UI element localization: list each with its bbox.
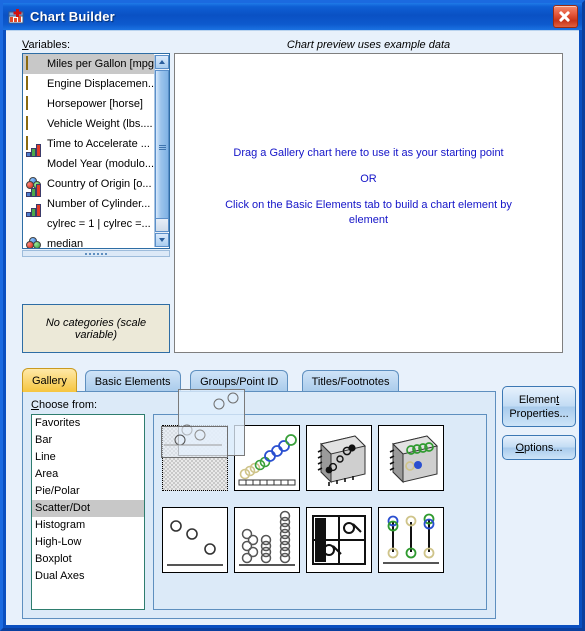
- variable-list-item[interactable]: Horsepower [horse]: [23, 94, 154, 114]
- chart-type-item[interactable]: Boxplot: [32, 551, 144, 568]
- variable-name: median: [47, 238, 84, 248]
- ordinal-icon: [26, 204, 43, 231]
- scale-icon: [26, 76, 43, 91]
- panel-splitter[interactable]: [22, 250, 170, 257]
- gallery-panel: Choose from: Favorites Bar Line Area Pie/Pol…: [22, 391, 496, 619]
- variable-list-item[interactable]: Number of Cylinder...: [23, 184, 154, 214]
- chart-type-item[interactable]: Pie/Polar: [32, 483, 144, 500]
- variable-name: Engine Displacemen...: [47, 78, 154, 90]
- chart-type-item[interactable]: Scatter/Dot: [32, 500, 144, 517]
- variable-name: cylrec = 1 | cylrec =...: [47, 218, 151, 230]
- gallery-thumbnail-summary-point-plot[interactable]: [378, 507, 444, 573]
- preview-line-2: OR: [360, 173, 377, 185]
- tab-label: Titles/Footnotes: [311, 375, 390, 388]
- tab-strip: Gallery Basic Elements Groups/Point ID Titl…: [22, 368, 579, 392]
- variable-name: Horsepower [horse]: [47, 98, 143, 110]
- preview-line-1: Drag a Gallery chart here to use it as y…: [233, 147, 504, 159]
- tab-label: Basic Elements: [94, 375, 171, 388]
- scroll-up-icon[interactable]: [155, 55, 169, 69]
- variables-label: Variables:: [22, 39, 71, 51]
- preview-caption: Chart preview uses example data: [286, 39, 451, 51]
- variable-list-item[interactable]: Time to Accelerate ...: [23, 134, 154, 154]
- variable-list-item[interactable]: Country of Origin [o...: [23, 174, 154, 194]
- scale-icon: [26, 56, 43, 71]
- variable-list-item[interactable]: Engine Displacemen...: [23, 74, 154, 94]
- variable-name: Model Year (modulo...: [47, 158, 154, 170]
- tab-gallery[interactable]: Gallery: [22, 368, 77, 392]
- close-icon[interactable]: [553, 5, 578, 28]
- nominal-icon: [26, 237, 43, 248]
- chart-type-item[interactable]: Bar: [32, 432, 144, 449]
- client-area: Variables: Miles per Gallon [mpg] Engine …: [6, 30, 579, 625]
- choose-from-label: Choose from:: [31, 399, 98, 411]
- gallery-thumbnail-scatterplot-matrix[interactable]: [234, 507, 300, 573]
- variables-list[interactable]: Miles per Gallon [mpg] Engine Displacemen…: [22, 53, 170, 249]
- categories-panel: No categories (scale variable): [22, 304, 170, 353]
- tab-groups-point-id[interactable]: Groups/Point ID: [190, 370, 289, 392]
- chart-type-item[interactable]: Favorites: [32, 415, 144, 432]
- chart-type-item[interactable]: Area: [32, 466, 144, 483]
- ordinal-icon: [26, 144, 43, 171]
- gallery-thumbnail-grouped-3d-scatter[interactable]: [378, 425, 444, 491]
- variable-list-item[interactable]: Miles per Gallon [mpg]: [23, 54, 154, 74]
- chart-builder-icon: [8, 8, 25, 25]
- scroll-down-icon[interactable]: [155, 233, 169, 247]
- element-properties-button[interactable]: Element Properties...: [502, 386, 576, 427]
- chart-type-item[interactable]: Histogram: [32, 517, 144, 534]
- variable-list-item[interactable]: median: [23, 234, 154, 248]
- preview-instructions: Drag a Gallery chart here to use it as y…: [175, 146, 562, 228]
- chart-type-item[interactable]: Dual Axes: [32, 568, 144, 585]
- variable-list-item[interactable]: Vehicle Weight (lbs....: [23, 114, 154, 134]
- tab-label: Groups/Point ID: [200, 375, 279, 388]
- gallery-thumbnail-simple-3d-scatter[interactable]: [306, 425, 372, 491]
- gallery-thumbnail-drop-line[interactable]: [306, 507, 372, 573]
- chart-type-item[interactable]: High-Low: [32, 534, 144, 551]
- tab-label: Gallery: [32, 374, 67, 387]
- title-bar: Chart Builder: [3, 3, 582, 30]
- scale-icon: [26, 96, 43, 111]
- variable-list-item[interactable]: cylrec = 1 | cylrec =...: [23, 204, 154, 234]
- chart-preview-canvas[interactable]: Drag a Gallery chart here to use it as y…: [174, 53, 563, 353]
- scrollbar-lower-track[interactable]: [155, 218, 169, 232]
- gallery-thumbnail-grouped-scatter[interactable]: [234, 425, 300, 491]
- chart-builder-dialog: Chart Builder Variables: Miles per Gallo…: [0, 0, 585, 631]
- variable-name: Time to Accelerate ...: [47, 138, 150, 150]
- variable-name: Country of Origin [o...: [47, 178, 152, 190]
- window-title: Chart Builder: [30, 9, 115, 24]
- element-properties-label: Element Properties...: [509, 393, 569, 420]
- gallery-thumbnail-simple-scatter[interactable]: [162, 425, 228, 491]
- variable-name: Vehicle Weight (lbs....: [47, 118, 153, 130]
- options-button[interactable]: Options...: [502, 435, 576, 460]
- gallery-thumbnails: [153, 414, 487, 610]
- variable-name: Miles per Gallon [mpg]: [47, 58, 154, 70]
- variables-scrollbar[interactable]: [154, 55, 169, 247]
- tab-titles-footnotes[interactable]: Titles/Footnotes: [301, 370, 400, 392]
- variable-list-item[interactable]: Model Year (modulo...: [23, 144, 154, 174]
- variable-name: Number of Cylinder...: [47, 198, 151, 210]
- options-label: Options...: [515, 441, 563, 454]
- gallery-thumbnail-simple-dot-plot[interactable]: [162, 507, 228, 573]
- chart-type-list[interactable]: Favorites Bar Line Area Pie/Polar Scatter/Dot…: [31, 414, 145, 610]
- scale-icon: [26, 116, 43, 131]
- tab-basic-elements[interactable]: Basic Elements: [84, 370, 181, 392]
- chart-type-item[interactable]: Line: [32, 449, 144, 466]
- preview-line-3: Click on the Basic Elements tab to build…: [225, 199, 512, 226]
- variables-list-inner: Miles per Gallon [mpg] Engine Displacemen…: [23, 54, 154, 248]
- scrollbar-thumb[interactable]: [155, 70, 169, 220]
